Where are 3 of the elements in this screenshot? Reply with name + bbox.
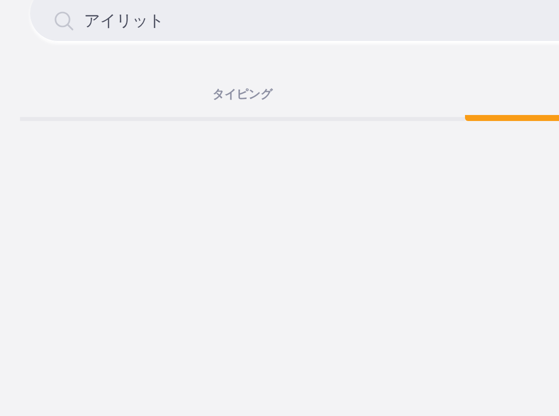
search-input[interactable]: アイリット bbox=[84, 12, 384, 30]
search-icon bbox=[54, 11, 74, 31]
search-bar[interactable]: アイリット bbox=[30, 0, 559, 42]
